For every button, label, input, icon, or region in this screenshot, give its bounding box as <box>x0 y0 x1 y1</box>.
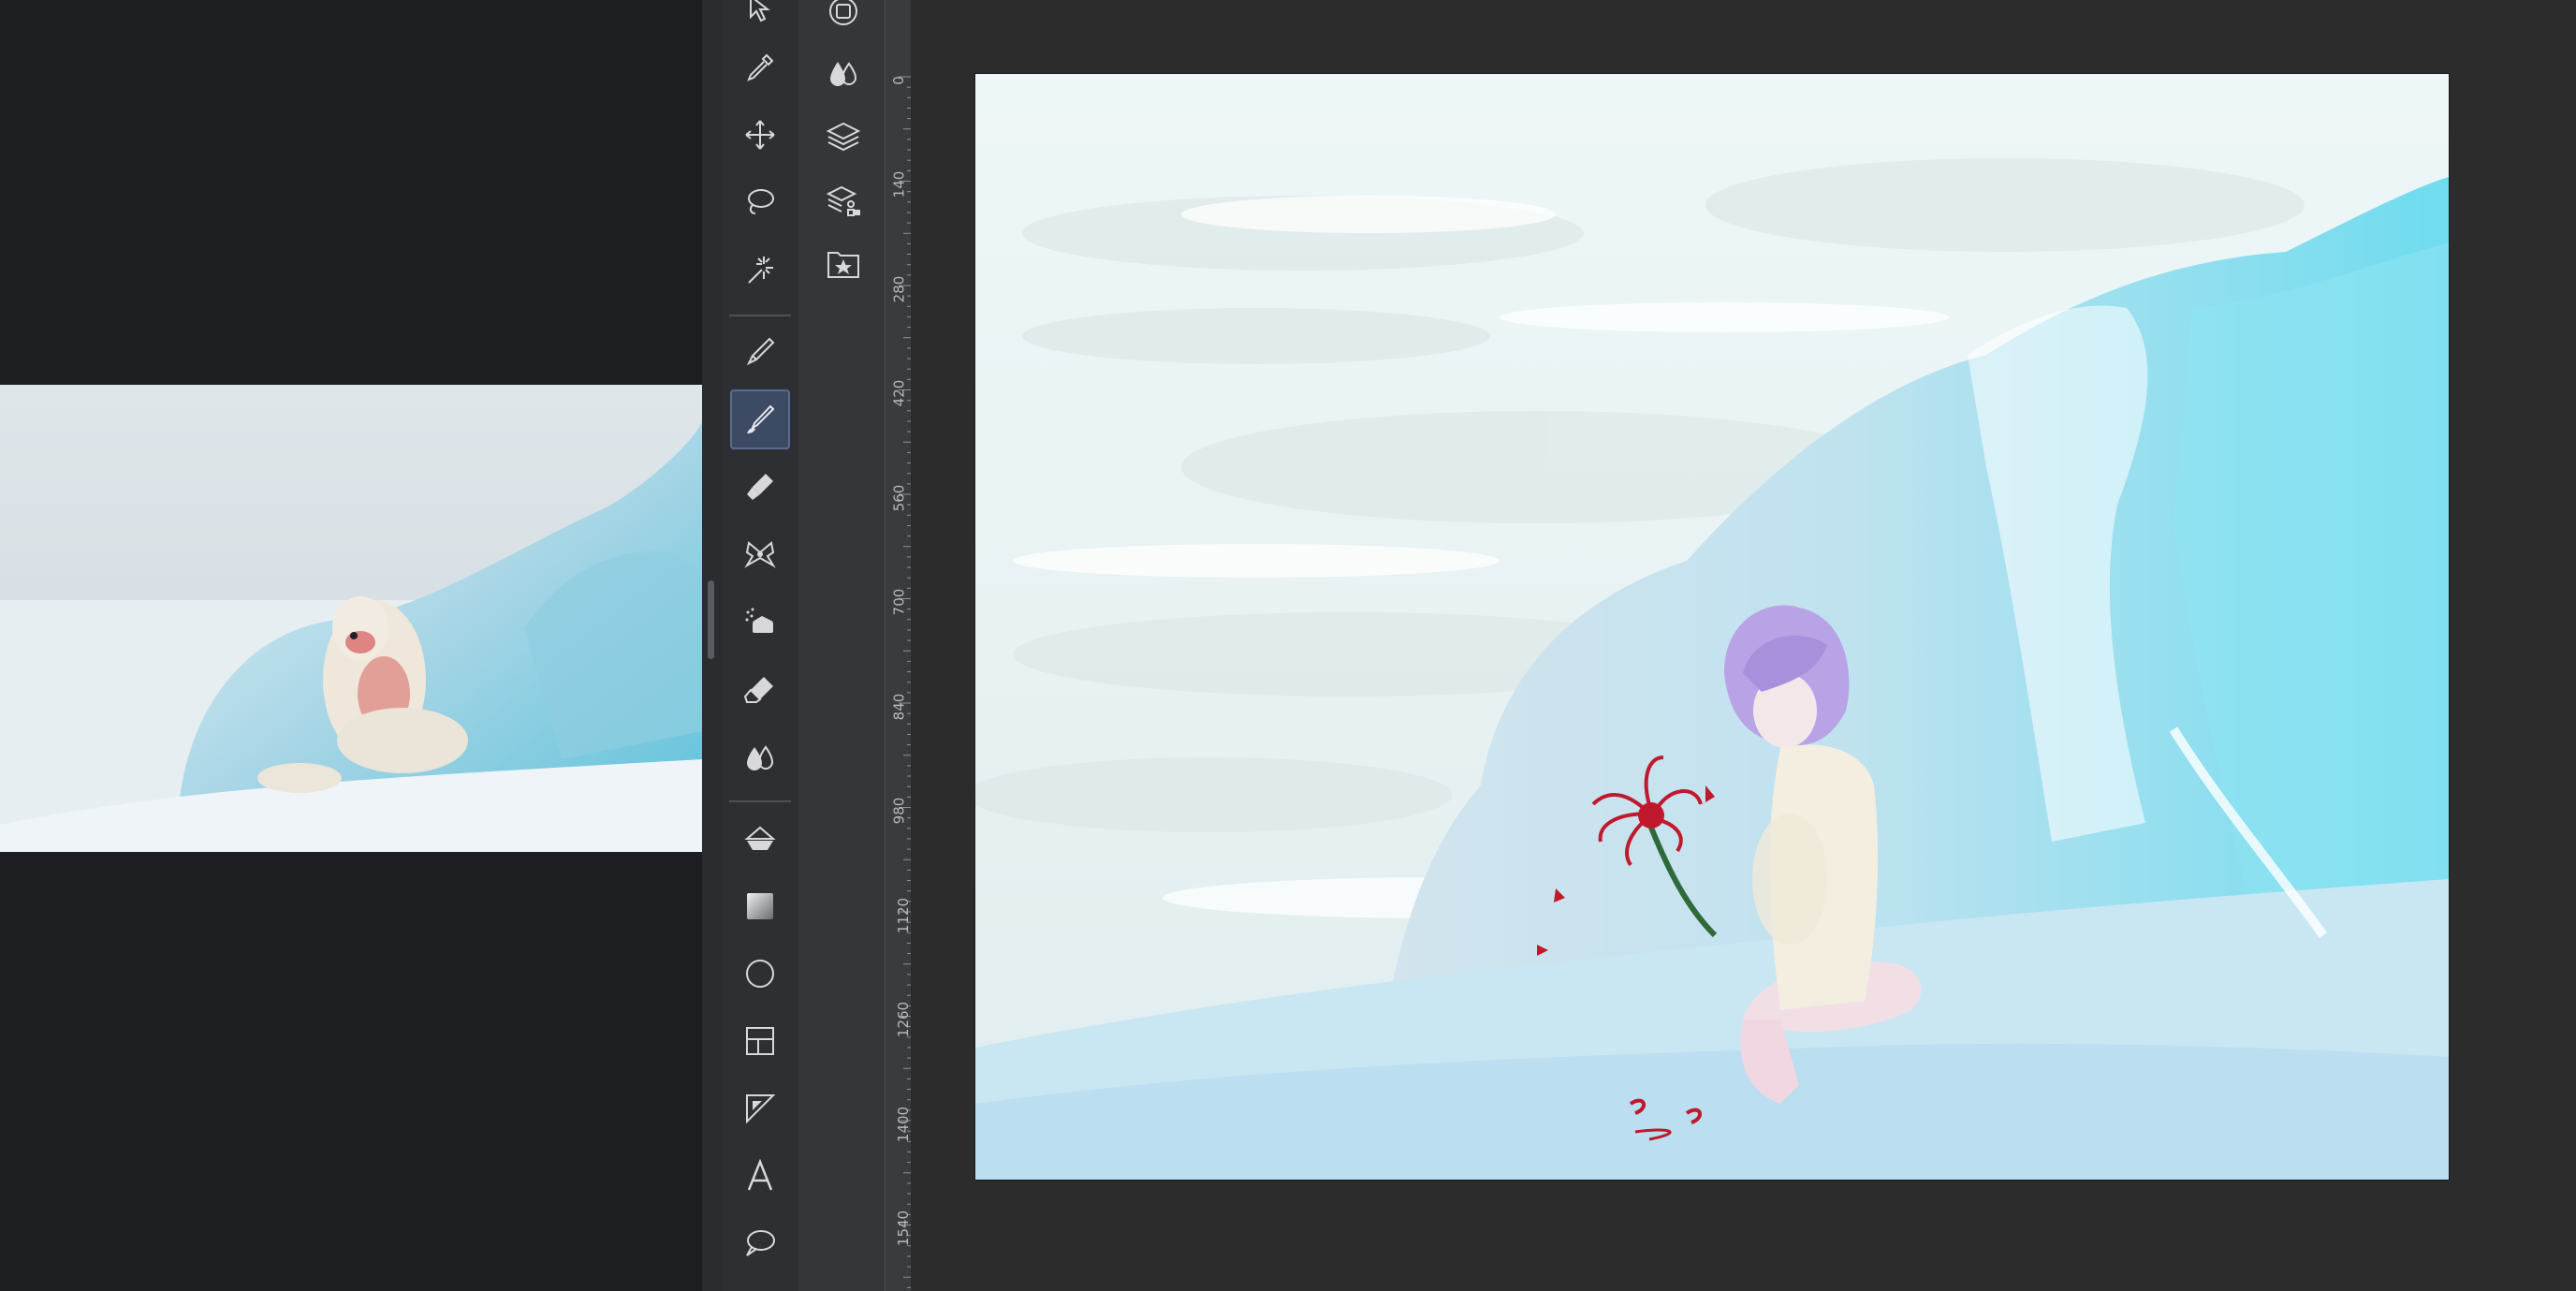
airbrush-tool[interactable] <box>730 592 790 652</box>
frame-tool[interactable] <box>730 1011 790 1071</box>
navigator-panel-button[interactable] <box>821 0 866 34</box>
ruler-label: 700 <box>890 588 908 616</box>
speech-bubble-tool[interactable] <box>730 1213 790 1273</box>
layer-property-panel-button[interactable] <box>821 178 866 223</box>
splitter-grip[interactable] <box>708 580 714 659</box>
airbrush-icon <box>745 608 773 633</box>
panel-icon-strip <box>798 0 885 1291</box>
material-panel-button[interactable] <box>821 242 866 286</box>
brush-tool[interactable] <box>730 389 790 449</box>
ruler-label: 840 <box>890 693 908 721</box>
ruler-label: 560 <box>890 484 908 512</box>
ribbon-tool[interactable] <box>730 524 790 584</box>
blend-tool[interactable] <box>730 726 790 786</box>
navigator-icon <box>829 0 857 25</box>
vertical-ruler: 0 140 280 420 560 700 840 980 1120 1260 … <box>885 0 912 1291</box>
pointer-tool[interactable] <box>730 0 790 39</box>
lasso-icon <box>748 189 774 214</box>
ruler-label: 140 <box>890 170 908 198</box>
ribbon-icon <box>744 541 776 568</box>
magic-wand-icon <box>748 257 773 284</box>
fill-tool[interactable] <box>730 809 790 869</box>
text-tool[interactable] <box>730 1146 790 1206</box>
eyedropper-tool[interactable] <box>730 37 790 97</box>
text-a-icon <box>747 1159 773 1191</box>
eraser-icon <box>743 677 773 703</box>
reference-image[interactable] <box>0 385 702 852</box>
pen-nib-icon <box>746 337 775 366</box>
move-tool[interactable] <box>730 105 790 165</box>
marker-icon <box>747 474 773 500</box>
tool-bar <box>722 0 798 1291</box>
speech-bubble-icon <box>746 1230 775 1256</box>
ruler-triangle-icon <box>746 1094 776 1124</box>
pen-tool[interactable] <box>730 322 790 382</box>
ruler-label: 420 <box>890 379 908 407</box>
ruler-label: 280 <box>890 275 908 303</box>
toolbar-separator <box>729 315 791 316</box>
toolbar-separator <box>729 800 791 802</box>
ellipse-tool[interactable] <box>730 944 790 1004</box>
eyedropper-icon <box>747 53 774 81</box>
layer-property-icon <box>826 185 860 216</box>
folder-star-icon <box>827 252 859 278</box>
ruler-label: 1120 <box>895 897 913 934</box>
ruler-label: 980 <box>890 797 908 825</box>
brush-icon <box>747 404 775 433</box>
gradient-icon <box>747 893 773 919</box>
layers-icon <box>826 122 861 152</box>
blend-drops-icon <box>747 745 774 770</box>
layer-panel-button[interactable] <box>821 114 866 159</box>
paint-bucket-icon <box>744 826 776 850</box>
move-icon <box>745 120 775 150</box>
magic-wand-tool[interactable] <box>730 240 790 300</box>
ruler-label: 1540 <box>895 1210 913 1247</box>
sub-tool-panel-button[interactable] <box>821 51 866 95</box>
eraser-tool[interactable] <box>730 659 790 719</box>
gradient-tool[interactable] <box>730 876 790 936</box>
drawing-canvas[interactable] <box>966 74 2449 1180</box>
frame-border-icon <box>746 1027 774 1055</box>
lasso-tool[interactable] <box>730 172 790 232</box>
marker-tool[interactable] <box>730 457 790 517</box>
pointer-icon <box>750 0 770 22</box>
circle-icon <box>746 960 774 988</box>
ruler-tool[interactable] <box>730 1078 790 1138</box>
ruler-label: 0 <box>889 76 907 85</box>
ruler-label: 1400 <box>895 1106 913 1143</box>
ruler-label: 1260 <box>895 1001 913 1038</box>
blend-drops-icon <box>830 62 857 86</box>
